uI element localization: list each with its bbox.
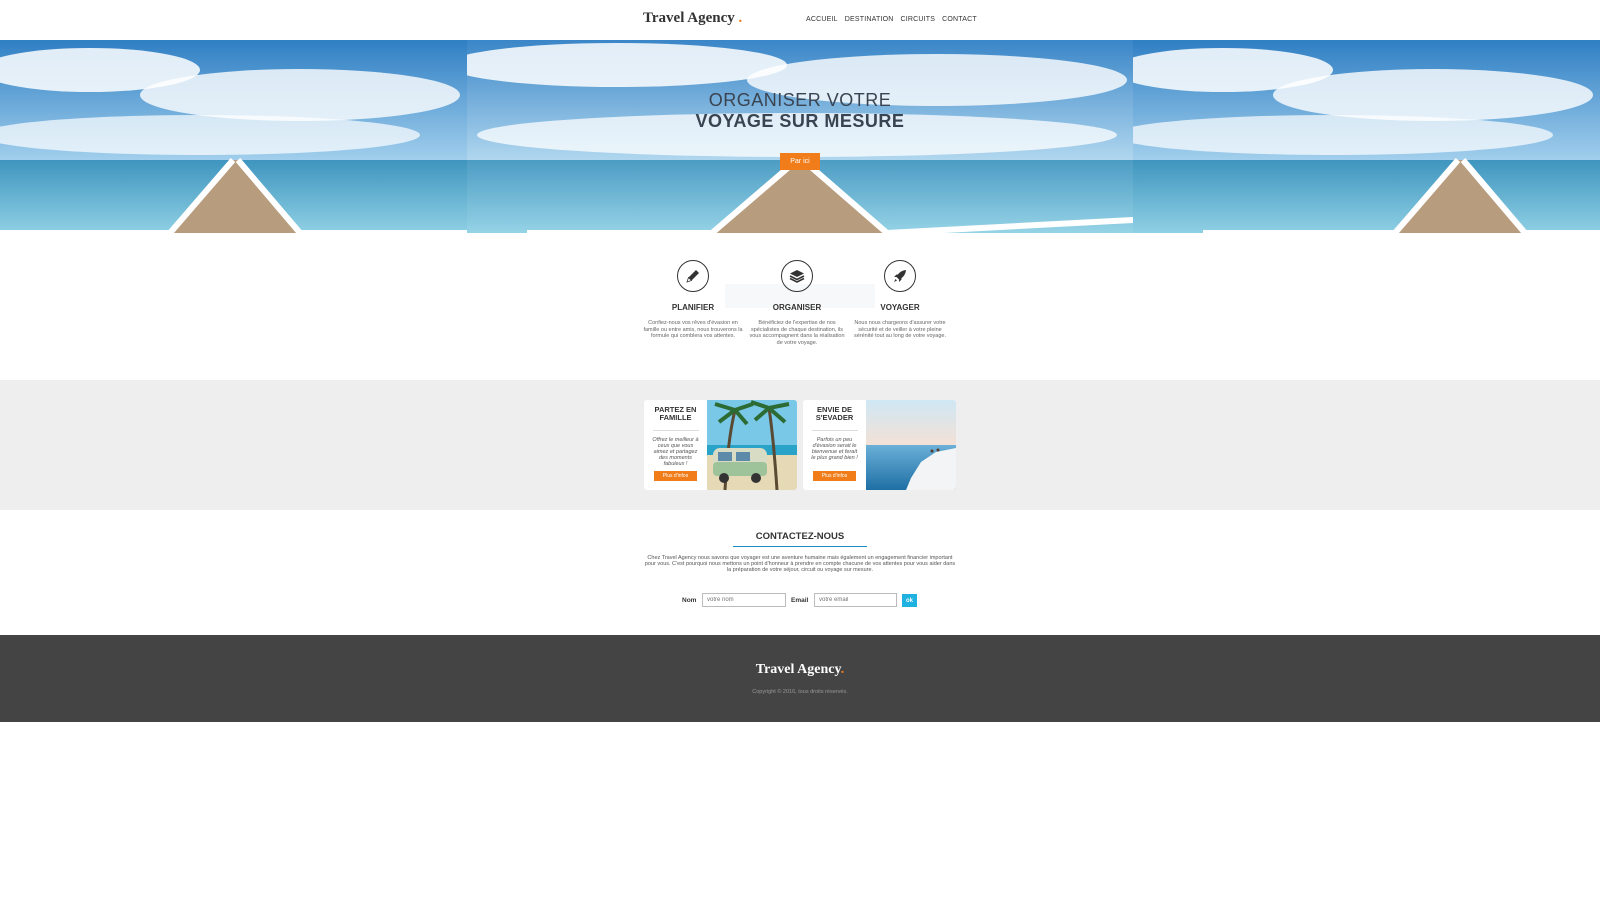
contact-title: CONTACTEZ-NOUS <box>755 531 845 542</box>
email-input[interactable] <box>814 593 897 607</box>
email-label: Email <box>791 597 809 604</box>
logo-text: Travel Agency <box>643 10 735 26</box>
hero-banner <box>0 40 1600 233</box>
offers-band <box>0 380 1600 510</box>
copyright: Copyright © 2016, tous droits réservés. <box>752 689 848 695</box>
feature-title: ORGANISER <box>772 303 822 312</box>
card-text-block: PARTEZ EN FAMILLE Offrez le meilleur à c… <box>644 400 707 490</box>
card-more-button[interactable]: Plus d'infos <box>813 471 856 481</box>
card-divider <box>811 430 858 431</box>
card-title: ENVIE DE S'EVADER <box>815 405 854 422</box>
hero-image-center <box>467 40 1133 233</box>
site-header: Travel Agency . ACCUEIL DESTINATION CIRC… <box>0 0 1600 40</box>
hero-image-left <box>0 40 467 233</box>
card-text: Parfois un peu d'évasion serait le bienv… <box>811 437 858 461</box>
feature-text: Bénéficiez de l'expertise de nos spécial… <box>749 320 845 346</box>
feature-title: PLANIFIER <box>671 303 715 312</box>
nav-circuits[interactable]: CIRCUITS <box>901 16 936 23</box>
card-more-button[interactable]: Plus d'infos <box>654 471 697 481</box>
feature-title: VOYAGER <box>880 303 920 312</box>
layers-icon <box>781 260 813 292</box>
card-text: Offrez le meilleur à ceux que vous aimez… <box>652 437 699 467</box>
name-label: Nom <box>682 597 697 604</box>
submit-button[interactable]: ok <box>902 594 917 607</box>
hero-image-right <box>1133 40 1600 233</box>
nav-accueil[interactable]: ACCUEIL <box>806 16 838 23</box>
nav-destination[interactable]: DESTINATION <box>845 16 894 23</box>
card-divider <box>652 430 699 431</box>
sea-cliff-image <box>866 400 956 490</box>
feature-text: Nous nous chargeons d'assurer votre sécu… <box>853 320 947 339</box>
offer-card-escape: ENVIE DE S'EVADER Parfois un peu d'évasi… <box>803 400 956 490</box>
hero-cta-button[interactable]: Par ici <box>780 153 820 170</box>
feature-voyager: VOYAGER Nous nous chargeons d'assurer vo… <box>850 260 950 340</box>
site-footer <box>0 635 1600 722</box>
rocket-icon <box>884 260 916 292</box>
logo-dot: . <box>738 10 743 26</box>
van-palm-beach-image <box>707 400 797 490</box>
contact-underline <box>733 546 867 547</box>
contact-text: Chez Travel Agency nous savons que voyag… <box>644 555 956 573</box>
footer-logo-text: Travel Agency <box>755 662 841 677</box>
pencil-icon <box>677 260 709 292</box>
site-logo[interactable]: Travel Agency . <box>643 10 742 27</box>
feature-planifier: PLANIFIER Confiez-nous vos rêves d'évasi… <box>643 260 743 340</box>
footer-logo-dot: . <box>840 662 845 677</box>
card-title: PARTEZ EN FAMILLE <box>654 405 697 422</box>
nav-contact[interactable]: CONTACT <box>942 16 977 23</box>
footer-logo[interactable]: Travel Agency. <box>0 662 1600 678</box>
feature-organiser: ORGANISER Bénéficiez de l'expertise de n… <box>747 260 847 346</box>
name-input[interactable] <box>702 593 786 607</box>
offer-card-family: PARTEZ EN FAMILLE Offrez le meilleur à c… <box>644 400 797 490</box>
hero-title-line2: VOYAGE SUR MESURE <box>695 111 905 131</box>
hero-title-line1: ORGANISER VOTRE <box>708 90 892 110</box>
main-nav: ACCUEIL DESTINATION CIRCUITS CONTACT <box>806 16 977 23</box>
card-text-block: ENVIE DE S'EVADER Parfois un peu d'évasi… <box>803 400 866 490</box>
feature-text: Confiez-nous vos rêves d'évasion en fami… <box>643 320 743 339</box>
